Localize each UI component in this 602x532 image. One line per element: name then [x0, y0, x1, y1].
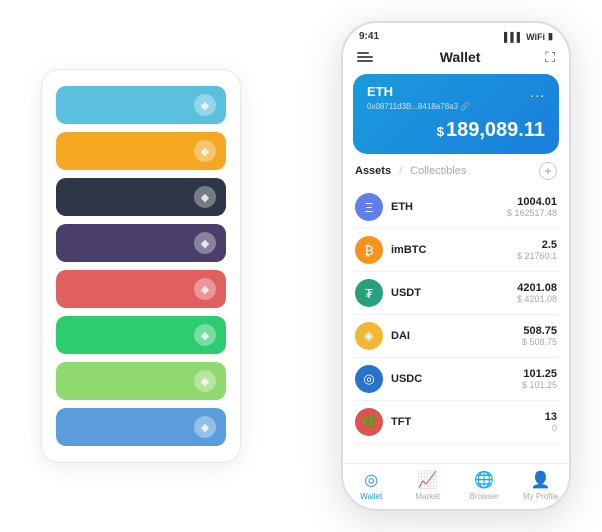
asset-name: USDT [391, 287, 517, 299]
nav-icon-my profile: 👤 [531, 470, 551, 490]
card-item[interactable]: ◆ [56, 224, 226, 262]
expand-icon[interactable]: ⛶ [545, 49, 555, 66]
card-item-icon: ◆ [194, 94, 216, 116]
asset-usd: $ 21760.1 [517, 251, 557, 261]
hamburger-line-2 [357, 56, 373, 58]
asset-usd: $ 101.25 [522, 380, 557, 390]
asset-amounts: 1004.01$ 162517.48 [507, 196, 557, 218]
asset-usd: $ 508.75 [522, 337, 557, 347]
page-title: Wallet [440, 49, 481, 65]
status-icons: ▌▌▌ WiFi ▮ [504, 31, 553, 42]
collectibles-tab[interactable]: Collectibles [410, 165, 466, 177]
asset-amount: 2.5 [517, 239, 557, 251]
asset-amounts: 2.5$ 21760.1 [517, 239, 557, 261]
eth-card-header: ETH ... [367, 84, 545, 100]
card-item[interactable]: ◆ [56, 132, 226, 170]
asset-icon: 🌿 [355, 408, 383, 436]
hamburger-line-3 [357, 60, 373, 62]
battery-icon: ▮ [548, 31, 553, 42]
assets-header: Assets / Collectibles + [343, 162, 569, 186]
eth-address: 0x08711d3B...8418a78a3 🔗 [367, 102, 545, 111]
asset-amounts: 4201.08$ 4201.08 [517, 282, 557, 304]
asset-icon: ◎ [355, 365, 383, 393]
eth-menu-dots[interactable]: ... [530, 84, 545, 100]
card-item-icon: ◆ [194, 324, 216, 346]
balance-symbol: $ [437, 124, 444, 139]
nav-item-market[interactable]: 📈 Market [400, 470, 457, 501]
nav-icon-market: 📈 [418, 470, 438, 490]
menu-button[interactable] [357, 48, 375, 66]
card-item-icon: ◆ [194, 278, 216, 300]
nav-label-market: Market [416, 492, 440, 501]
card-item[interactable]: ◆ [56, 316, 226, 354]
eth-balance: $189,089.11 [367, 119, 545, 142]
asset-amounts: 130 [545, 411, 557, 433]
asset-row[interactable]: ◎ USDC101.25$ 101.25 [353, 358, 559, 401]
bottom-nav: ◎ Wallet 📈 Market 🌐 Browser 👤 My Profile [343, 463, 569, 509]
asset-row[interactable]: Ξ ETH1004.01$ 162517.48 [353, 186, 559, 229]
nav-item-wallet[interactable]: ◎ Wallet [343, 470, 400, 501]
wifi-icon: WiFi [526, 32, 545, 42]
asset-row[interactable]: ◈ DAI508.75$ 508.75 [353, 315, 559, 358]
asset-row[interactable]: ₮ USDT4201.08$ 4201.08 [353, 272, 559, 315]
asset-name: USDC [391, 373, 522, 385]
asset-usd: 0 [545, 423, 557, 433]
phone-header: Wallet ⛶ [343, 42, 569, 74]
scene: ◆ ◆ ◆ ◆ ◆ ◆ ◆ ◆ 9:41 ▌▌▌ WiFi ▮ Wallet ⛶ ETH [11, 11, 591, 521]
nav-icon-wallet: ◎ [364, 470, 378, 490]
card-item-icon: ◆ [194, 416, 216, 438]
add-asset-button[interactable]: + [539, 162, 557, 180]
tab-divider: / [399, 165, 402, 177]
asset-usd: $ 4201.08 [517, 294, 557, 304]
asset-name: imBTC [391, 244, 517, 256]
nav-label-my-profile: My Profile [523, 492, 559, 501]
eth-label: ETH [367, 84, 393, 99]
asset-usd: $ 162517.48 [507, 208, 557, 218]
eth-card[interactable]: ETH ... 0x08711d3B...8418a78a3 🔗 $189,08… [353, 74, 559, 154]
asset-icon: Ξ [355, 193, 383, 221]
asset-icon: ◈ [355, 322, 383, 350]
asset-name: TFT [391, 416, 545, 428]
assets-tab[interactable]: Assets [355, 165, 391, 177]
asset-amount: 101.25 [522, 368, 557, 380]
asset-icon: ₿ [355, 236, 383, 264]
asset-name: ETH [391, 201, 507, 213]
card-item-icon: ◆ [194, 370, 216, 392]
balance-amount: 189,089.11 [446, 119, 545, 141]
hamburger-line-1 [357, 52, 369, 54]
asset-row[interactable]: 🌿 TFT130 [353, 401, 559, 444]
card-item-icon: ◆ [194, 232, 216, 254]
card-stack: ◆ ◆ ◆ ◆ ◆ ◆ ◆ ◆ [41, 69, 241, 463]
asset-amount: 1004.01 [507, 196, 557, 208]
asset-amount: 4201.08 [517, 282, 557, 294]
assets-tabs: Assets / Collectibles [355, 165, 466, 177]
asset-amounts: 508.75$ 508.75 [522, 325, 557, 347]
asset-amount: 508.75 [522, 325, 557, 337]
asset-name: DAI [391, 330, 522, 342]
signal-icon: ▌▌▌ [504, 32, 523, 42]
nav-label-browser: Browser [470, 492, 499, 501]
card-item[interactable]: ◆ [56, 86, 226, 124]
card-item[interactable]: ◆ [56, 408, 226, 446]
nav-label-wallet: Wallet [360, 492, 382, 501]
nav-item-my-profile[interactable]: 👤 My Profile [513, 470, 570, 501]
asset-list: Ξ ETH1004.01$ 162517.48 ₿ imBTC2.5$ 21760.1… [343, 186, 569, 463]
nav-item-browser[interactable]: 🌐 Browser [456, 470, 513, 501]
nav-icon-browser: 🌐 [474, 470, 494, 490]
card-item-icon: ◆ [194, 186, 216, 208]
phone-mockup: 9:41 ▌▌▌ WiFi ▮ Wallet ⛶ ETH ... 0x08711… [341, 21, 571, 511]
card-item[interactable]: ◆ [56, 362, 226, 400]
asset-icon: ₮ [355, 279, 383, 307]
card-item-icon: ◆ [194, 140, 216, 162]
status-time: 9:41 [359, 31, 379, 42]
asset-row[interactable]: ₿ imBTC2.5$ 21760.1 [353, 229, 559, 272]
card-item[interactable]: ◆ [56, 270, 226, 308]
asset-amount: 13 [545, 411, 557, 423]
card-item[interactable]: ◆ [56, 178, 226, 216]
asset-amounts: 101.25$ 101.25 [522, 368, 557, 390]
status-bar: 9:41 ▌▌▌ WiFi ▮ [343, 23, 569, 42]
